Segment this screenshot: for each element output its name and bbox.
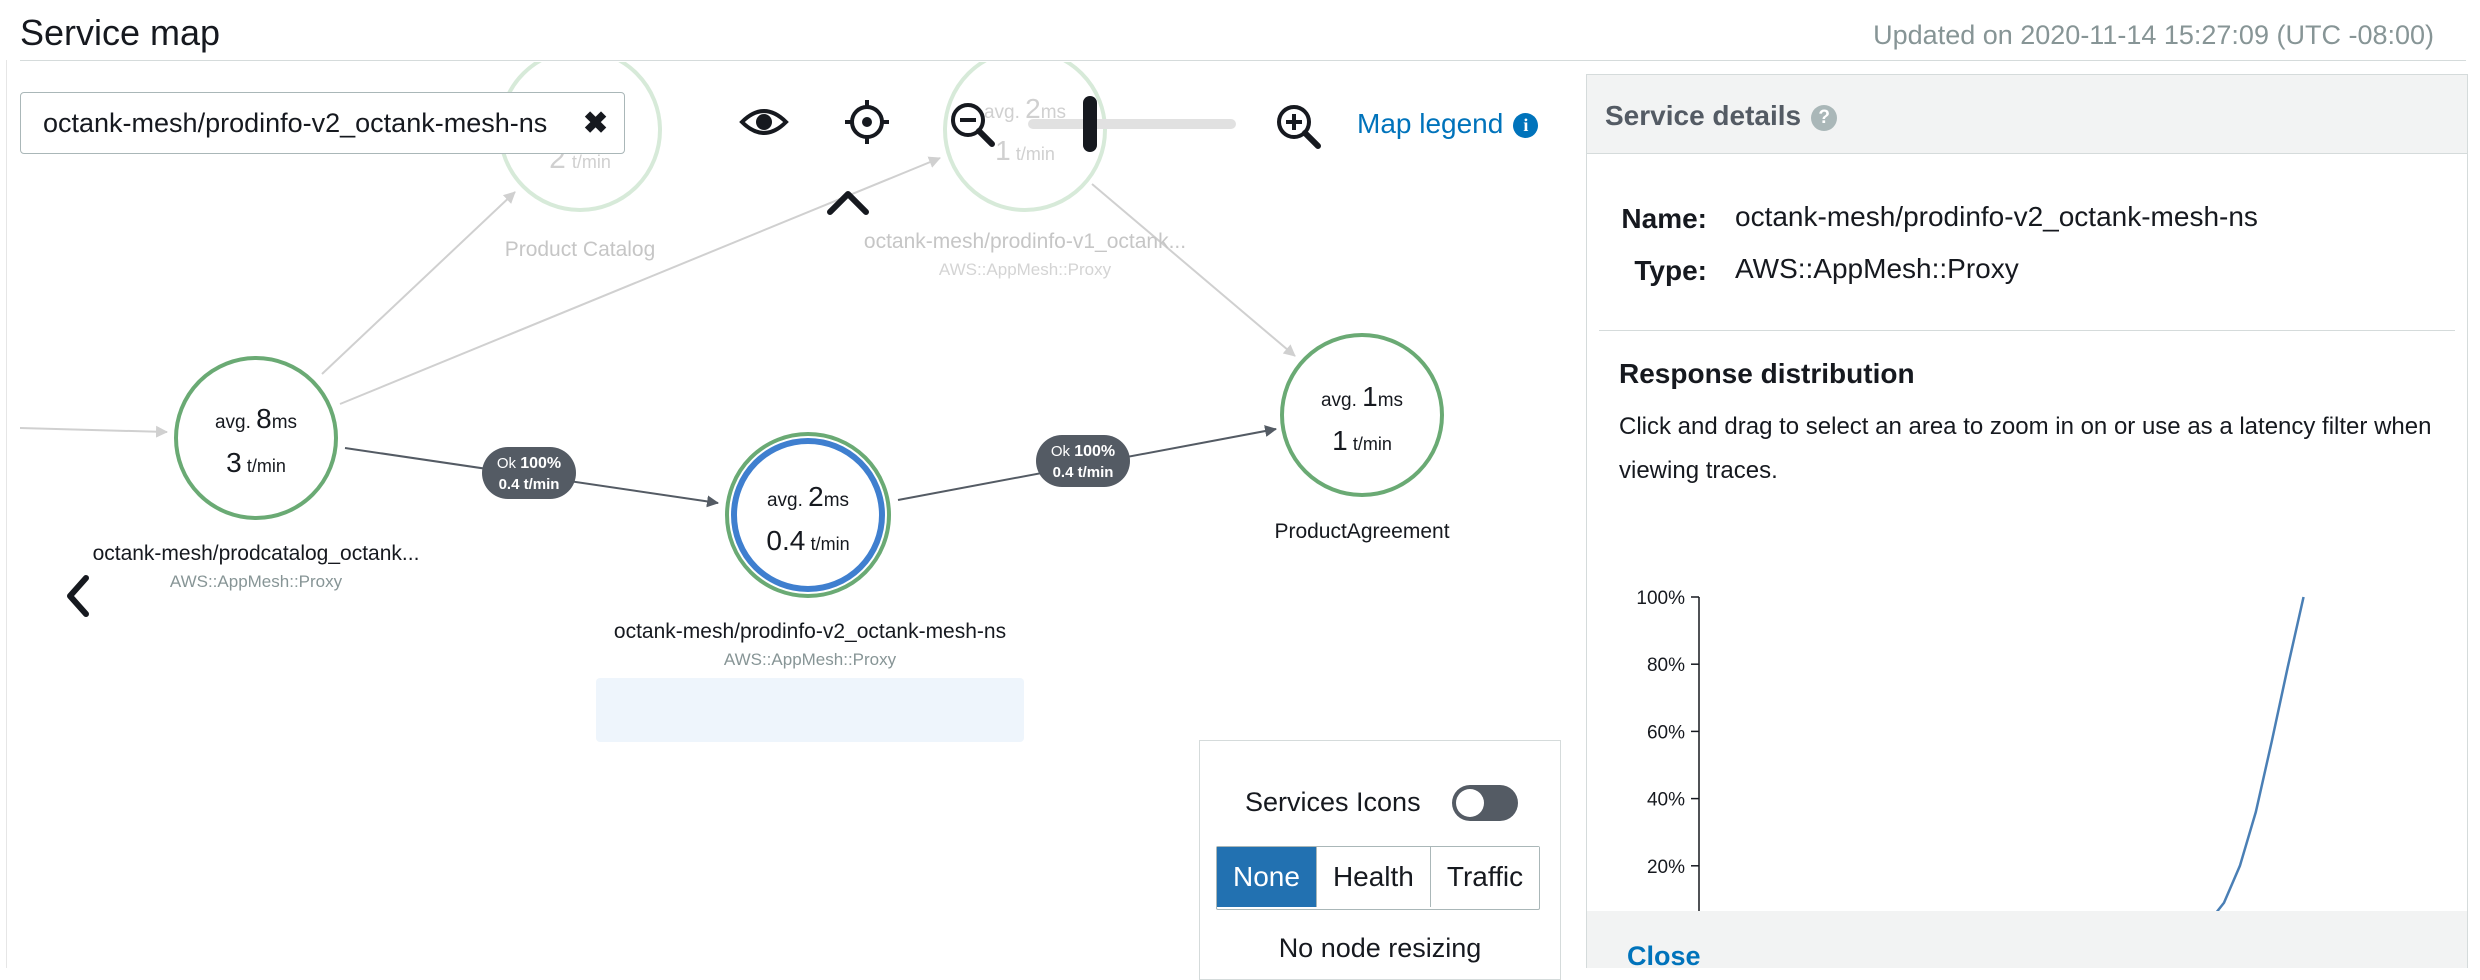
map-legend-link[interactable]: Map legend i	[1357, 108, 1538, 140]
resize-description: No node resizing	[1200, 933, 1560, 964]
edge-label-1-status: Ok 100%	[497, 455, 561, 472]
resize-none-button[interactable]: None	[1217, 847, 1317, 907]
response-distribution-chart[interactable]: 0%20%40%60%80%100%00.50ms1.0ms1.5ms2.0ms…	[1587, 495, 2467, 915]
y-tick-label: 60%	[1647, 722, 1685, 743]
edge-to-product-catalog	[322, 192, 515, 374]
chevron-up-icon	[830, 194, 866, 212]
services-icons-label: Services Icons	[1245, 787, 1421, 818]
services-icons-toggle[interactable]	[1452, 785, 1518, 821]
node-name: octank-mesh/prodinfo-v1_octank...	[825, 230, 1225, 254]
y-tick-label: 20%	[1647, 857, 1685, 878]
node-label-prodinfo-v1[interactable]: octank-mesh/prodinfo-v1_octank... AWS::A…	[825, 230, 1225, 280]
node-search-input[interactable]	[41, 107, 575, 140]
toggle-knob	[1456, 789, 1484, 817]
panel-divider	[1599, 330, 2455, 331]
resize-traffic-button[interactable]: Traffic	[1431, 847, 1539, 907]
type-key: Type:	[1587, 255, 1707, 287]
node-prodcatalog[interactable]	[176, 358, 336, 518]
crosshair-icon[interactable]	[843, 98, 891, 146]
y-tick-label: 100%	[1636, 588, 1685, 609]
panel-title: Service details?	[1605, 100, 1837, 132]
eye-icon[interactable]	[738, 102, 790, 142]
node-label-prodinfo-v2[interactable]: octank-mesh/prodinfo-v2_octank-mesh-ns A…	[596, 620, 1024, 670]
node-name: octank-mesh/prodinfo-v2_octank-mesh-ns	[596, 620, 1024, 644]
resize-health-button[interactable]: Health	[1317, 847, 1431, 907]
clear-search-icon[interactable]: ✖	[583, 106, 608, 141]
title-divider	[20, 60, 2466, 61]
updated-timestamp: Updated on 2020-11-14 15:27:09 (UTC -08:…	[1873, 20, 2434, 51]
y-tick-label: 80%	[1647, 655, 1685, 676]
edge-label-2-status: Ok 100%	[1051, 443, 1115, 460]
zoom-out-icon[interactable]	[948, 100, 996, 148]
node-product-agreement[interactable]	[1282, 335, 1442, 495]
zoom-slider-track[interactable]	[1028, 119, 1236, 129]
close-link[interactable]: Close	[1627, 941, 1701, 968]
panel-header: Service details?	[1587, 75, 2467, 154]
node-name: octank-mesh/prodcatalog_octank...	[56, 542, 456, 566]
node-type: AWS::AppMesh::Proxy	[596, 650, 1024, 670]
response-distribution-title: Response distribution	[1619, 358, 1915, 390]
info-icon: i	[1513, 113, 1538, 138]
node-type: AWS::AppMesh::Proxy	[56, 572, 456, 592]
panel-footer: Close	[1587, 911, 2467, 968]
y-tick-label: 40%	[1647, 790, 1685, 811]
node-type: AWS::AppMesh::Proxy	[825, 260, 1225, 280]
type-value: AWS::AppMesh::Proxy	[1735, 253, 2019, 285]
edge-label-1-rate: 0.4 t/min	[499, 476, 560, 493]
response-distribution-description: Click and drag to select an area to zoom…	[1619, 405, 2449, 493]
map-options-panel: Services Icons None Health Traffic No no…	[1199, 740, 1561, 980]
node-prodinfo-v2[interactable]	[727, 434, 889, 596]
node-name: Product Catalog	[480, 238, 680, 262]
service-details-panel: Service details? Name: octank-mesh/prodi…	[1586, 74, 2468, 968]
node-name: ProductAgreement	[1212, 520, 1512, 544]
edge-incoming	[20, 428, 167, 432]
edge-label-2-rate: 0.4 t/min	[1053, 464, 1114, 481]
zoom-in-icon[interactable]	[1274, 102, 1322, 150]
name-key: Name:	[1587, 203, 1707, 235]
node-resize-segmented-control: None Health Traffic	[1216, 846, 1540, 910]
panel-title-text: Service details	[1605, 100, 1801, 131]
page-title: Service map	[20, 12, 220, 54]
series-line	[1731, 597, 2304, 915]
zoom-slider-thumb[interactable]	[1083, 96, 1097, 152]
node-search-box[interactable]: ✖	[20, 92, 625, 154]
help-icon[interactable]: ?	[1811, 105, 1837, 131]
map-legend-label: Map legend	[1357, 108, 1503, 139]
node-label-product-agreement[interactable]: ProductAgreement	[1212, 520, 1512, 544]
node-label-product-catalog[interactable]: Product Catalog	[480, 238, 680, 262]
name-value: octank-mesh/prodinfo-v2_octank-mesh-ns	[1735, 201, 2258, 233]
node-label-prodcatalog[interactable]: octank-mesh/prodcatalog_octank... AWS::A…	[56, 542, 456, 592]
